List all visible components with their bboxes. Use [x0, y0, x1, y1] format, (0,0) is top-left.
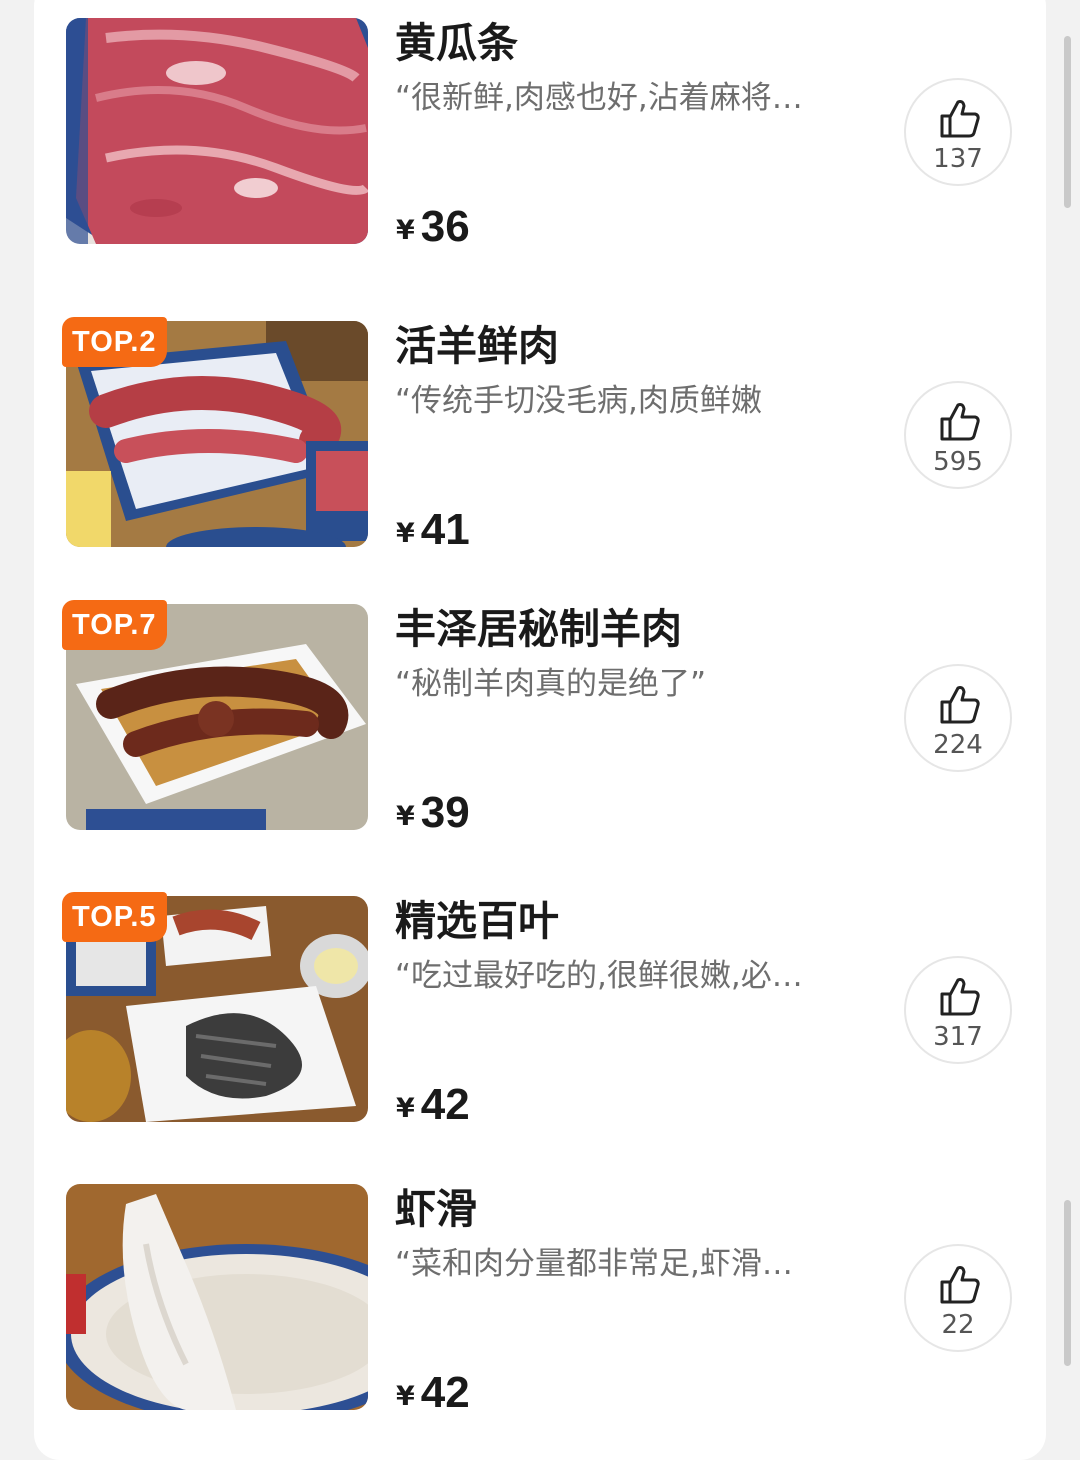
currency-symbol: ¥	[396, 518, 415, 549]
top-rank-badge: TOP.2	[62, 317, 167, 367]
like-count: 137	[933, 144, 983, 174]
dish-photo[interactable]	[66, 1184, 368, 1410]
thumbs-up-icon	[940, 100, 980, 138]
price-amount: 39	[420, 788, 470, 837]
currency-symbol: ¥	[396, 1093, 415, 1124]
top-rank-badge: TOP.5	[62, 892, 167, 942]
top-rank-badge: TOP.7	[62, 600, 167, 650]
dish-review-quote: “很新鲜,肉感也好,沾着麻将…	[395, 80, 803, 116]
dish-name: 丰泽居秘制羊肉	[395, 605, 682, 653]
price-amount: 42	[420, 1080, 470, 1129]
dish-photo[interactable]	[66, 18, 368, 244]
thumbs-up-icon	[940, 686, 980, 724]
like-button[interactable]: 224	[904, 664, 1012, 772]
dish-item[interactable]: TOP.5 精选百叶 “吃过最好吃的,很鲜很嫩,必… ¥42 317	[0, 892, 1080, 1136]
thumbs-up-icon	[940, 403, 980, 441]
dish-price: ¥42	[396, 1368, 470, 1418]
like-count: 595	[933, 447, 983, 477]
price-amount: 42	[420, 1368, 470, 1417]
dish-item[interactable]: 黄瓜条 “很新鲜,肉感也好,沾着麻将… ¥36 137	[0, 18, 1080, 258]
dish-name: 活羊鲜肉	[395, 322, 559, 370]
like-count: 22	[941, 1310, 975, 1340]
price-amount: 41	[420, 505, 470, 554]
dish-item[interactable]: 虾滑 “菜和肉分量都非常足,虾滑… ¥42 22	[0, 1184, 1080, 1424]
dish-item[interactable]: TOP.7 丰泽居秘制羊肉 “秘制羊肉真的是绝了” ¥39 224	[0, 600, 1080, 844]
dish-review-quote: “秘制羊肉真的是绝了”	[395, 666, 707, 702]
like-count: 224	[933, 730, 983, 760]
like-button[interactable]: 137	[904, 78, 1012, 186]
dish-name: 黄瓜条	[395, 19, 518, 67]
like-button[interactable]: 595	[904, 381, 1012, 489]
dish-review-quote: “传统手切没毛病,肉质鲜嫩	[395, 383, 762, 419]
currency-symbol: ¥	[396, 215, 415, 246]
dish-item[interactable]: TOP.2 活羊鲜肉 “传统手切没毛病,肉质鲜嫩 ¥41 595	[0, 317, 1080, 561]
like-button[interactable]: 22	[904, 1244, 1012, 1352]
dish-review-quote: “吃过最好吃的,很鲜很嫩,必…	[395, 958, 803, 994]
currency-symbol: ¥	[396, 1381, 415, 1412]
dish-review-quote: “菜和肉分量都非常足,虾滑…	[395, 1246, 793, 1282]
dish-price: ¥36	[396, 202, 470, 252]
thumbs-up-icon	[940, 1266, 980, 1304]
thumbs-up-icon	[940, 978, 980, 1016]
dish-name: 虾滑	[395, 1185, 477, 1233]
like-button[interactable]: 317	[904, 956, 1012, 1064]
currency-symbol: ¥	[396, 801, 415, 832]
dish-price: ¥41	[396, 505, 470, 555]
dish-name: 精选百叶	[395, 897, 559, 945]
dish-price: ¥42	[396, 1080, 470, 1130]
price-amount: 36	[420, 202, 470, 251]
like-count: 317	[933, 1022, 983, 1052]
dish-price: ¥39	[396, 788, 470, 838]
